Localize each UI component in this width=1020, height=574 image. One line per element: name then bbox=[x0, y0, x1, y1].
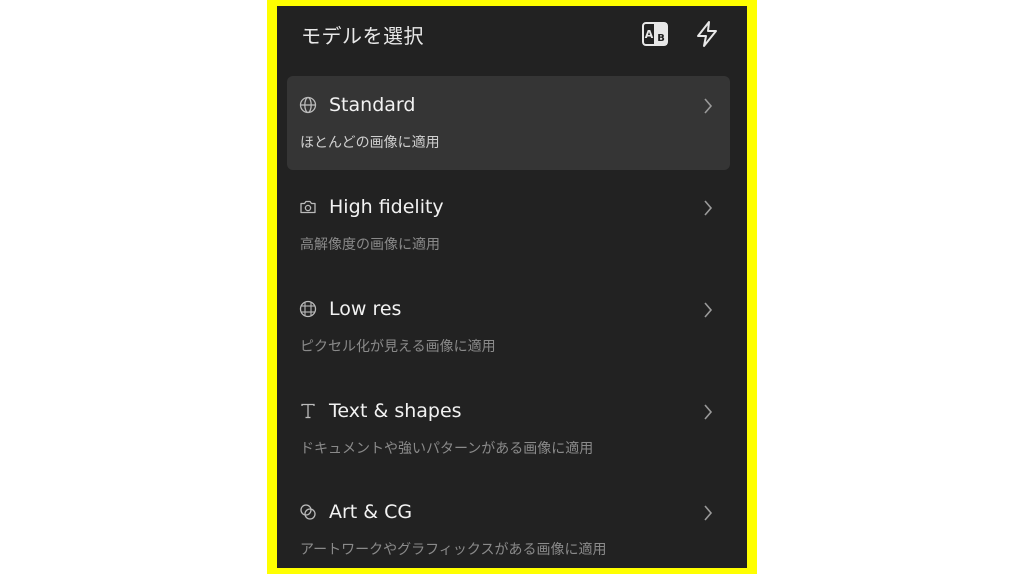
model-item-text-shapes[interactable]: Text & shapes ドキュメントや強いパターンがある画像に適用 bbox=[287, 382, 730, 476]
model-select-panel: モデルを選択 A B Standard ほとんどの画像に適用 High fide… bbox=[277, 6, 747, 568]
translate-icon: A B bbox=[642, 22, 668, 46]
camera-icon bbox=[299, 198, 317, 216]
chevron-right-icon bbox=[701, 300, 715, 320]
model-title: Standard bbox=[329, 94, 416, 116]
translate-button[interactable]: A B bbox=[639, 18, 671, 50]
model-item-art-cg[interactable]: Art & CG アートワークやグラフィックスがある画像に適用 bbox=[287, 483, 730, 568]
model-description: 高解像度の画像に適用 bbox=[300, 237, 440, 253]
globe-icon bbox=[299, 96, 317, 114]
model-description: ほとんどの画像に適用 bbox=[300, 135, 440, 151]
chevron-right-icon bbox=[701, 198, 715, 218]
model-title: Low res bbox=[329, 298, 402, 320]
model-description: ピクセル化が見える画像に適用 bbox=[300, 339, 496, 355]
svg-text:A: A bbox=[645, 28, 654, 41]
grid-globe-icon bbox=[299, 300, 317, 318]
chevron-right-icon bbox=[701, 402, 715, 422]
chevron-right-icon bbox=[701, 503, 715, 523]
lightning-icon bbox=[697, 21, 717, 47]
art-icon bbox=[299, 503, 317, 521]
flash-button[interactable] bbox=[691, 18, 723, 50]
model-item-low-res[interactable]: Low res ピクセル化が見える画像に適用 bbox=[287, 280, 730, 374]
model-title: High fidelity bbox=[329, 196, 444, 218]
model-item-high-fidelity[interactable]: High fidelity 高解像度の画像に適用 bbox=[287, 178, 730, 272]
text-icon bbox=[299, 402, 317, 420]
svg-text:B: B bbox=[657, 33, 665, 44]
model-title: Text & shapes bbox=[329, 400, 462, 422]
chevron-right-icon bbox=[701, 96, 715, 116]
model-description: アートワークやグラフィックスがある画像に適用 bbox=[300, 542, 607, 558]
model-description: ドキュメントや強いパターンがある画像に適用 bbox=[300, 441, 594, 457]
model-item-standard[interactable]: Standard ほとんどの画像に適用 bbox=[287, 76, 730, 170]
model-title: Art & CG bbox=[329, 501, 413, 523]
panel-title: モデルを選択 bbox=[301, 24, 424, 48]
panel-header: モデルを選択 A B bbox=[277, 6, 747, 66]
